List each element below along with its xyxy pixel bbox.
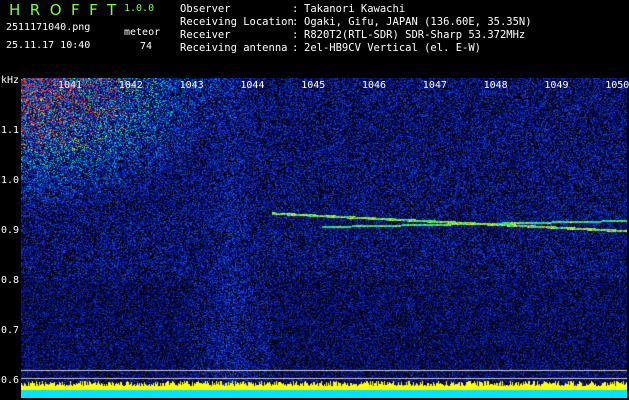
y-tick-label: 0.7 — [1, 325, 20, 336]
x-tick-label: 1049 — [544, 80, 569, 91]
header-panel: HROFFT 1.0.0 2511171040.png 25.11.17 10:… — [0, 0, 629, 78]
x-tick-label: 1041 — [58, 80, 83, 91]
x-tick-label: 1045 — [301, 80, 326, 91]
info-value: 2el-HB9CV Vertical (el. E-W) — [304, 42, 482, 54]
info-sep: : — [292, 3, 299, 15]
info-key: Observer — [180, 3, 231, 15]
x-tick-label: 1043 — [179, 80, 204, 91]
info-sep: : — [292, 16, 299, 28]
info-key: Receiver — [180, 29, 231, 41]
info-key: Receiving antenna — [180, 42, 288, 54]
x-tick-label: 1046 — [362, 80, 387, 91]
app-name: HROFFT — [9, 1, 126, 19]
y-axis-unit: kHz — [1, 75, 20, 86]
info-value: Ogaki, Gifu, JAPAN (136.60E, 35.35N) — [304, 16, 532, 28]
info-value: R820T2(RTL-SDR) SDR-Sharp 53.372MHz — [304, 29, 526, 41]
app-version: 1.0.0 — [124, 3, 155, 14]
x-tick-label: 1050 — [605, 80, 629, 91]
file-name: 2511171040.png — [6, 22, 91, 33]
y-tick-label: 0.9 — [1, 225, 20, 236]
info-receiver: Receiver: R820T2(RTL-SDR) SDR-Sharp 53.37… — [180, 29, 525, 41]
info-value: Takanori Kawachi — [304, 3, 406, 15]
x-tick-label: 1044 — [240, 80, 265, 91]
info-location: Receiving Location: Ogaki, Gifu, JAPAN (1… — [180, 16, 532, 28]
info-sep: : — [292, 42, 299, 54]
x-tick-label: 1048 — [483, 80, 508, 91]
x-tick-label: 1047 — [422, 80, 447, 91]
y-tick-label: 0.6 — [1, 375, 20, 386]
info-key: Receiving Location — [180, 16, 294, 28]
hrofft-window: HROFFT 1.0.0 2511171040.png 25.11.17 10:… — [0, 0, 629, 400]
x-tick-label: 1042 — [118, 80, 143, 91]
meteor-count: 74 — [140, 41, 153, 52]
info-observer: Observer: Takanori Kawachi — [180, 3, 405, 15]
y-tick-label: 0.8 — [1, 275, 20, 286]
y-tick-label: 1.0 — [1, 175, 20, 186]
meteor-label: meteor — [124, 27, 161, 38]
date-time: 25.11.17 10:40 — [6, 40, 91, 51]
y-tick-label: 1.1 — [1, 125, 20, 136]
spectrogram-canvas — [21, 78, 627, 398]
info-antenna: Receiving antenna:2el-HB9CV Vertical (el… — [180, 42, 481, 54]
info-sep: : — [292, 29, 299, 41]
